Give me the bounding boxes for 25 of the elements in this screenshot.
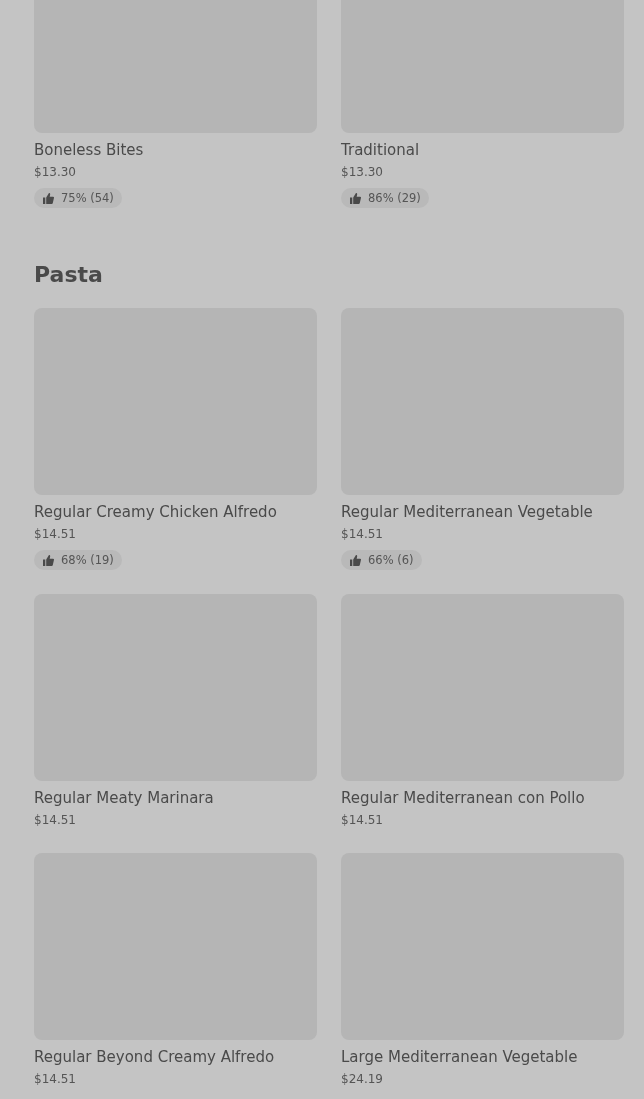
thumbs-up-icon <box>350 554 361 566</box>
item-price: $14.51 <box>341 812 384 829</box>
item-price: $13.30 <box>341 164 384 181</box>
section-heading: Pasta <box>34 261 104 289</box>
item-name[interactable]: Regular Meaty Marinara <box>34 787 317 809</box>
item-name[interactable]: Boneless Bites <box>34 139 317 161</box>
item-price: $24.19 <box>341 1071 384 1088</box>
thumbs-up-icon <box>43 192 54 204</box>
rating-text: 66% (6) <box>368 553 414 567</box>
item-name[interactable]: Regular Mediterranean Vegetable <box>341 501 624 523</box>
item-price: $13.30 <box>34 164 77 181</box>
item-name[interactable]: Regular Creamy Chicken Alfredo <box>34 501 317 523</box>
item-price: $14.51 <box>34 526 77 543</box>
item-name[interactable]: Large Mediterranean Vegetable <box>341 1046 624 1068</box>
thumbs-up-icon <box>350 192 361 204</box>
rating-text: 86% (29) <box>368 191 421 205</box>
rating-text: 75% (54) <box>61 191 114 205</box>
item-price: $14.51 <box>34 1071 77 1088</box>
item-name[interactable]: Regular Beyond Creamy Alfredo <box>34 1046 317 1068</box>
item-name[interactable]: Regular Mediterranean con Pollo <box>341 787 624 809</box>
item-price: $14.51 <box>341 526 384 543</box>
item-name[interactable]: Traditional <box>341 139 624 161</box>
rating-text: 68% (19) <box>61 553 114 567</box>
thumbs-up-icon <box>43 554 54 566</box>
item-price: $14.51 <box>34 812 77 829</box>
